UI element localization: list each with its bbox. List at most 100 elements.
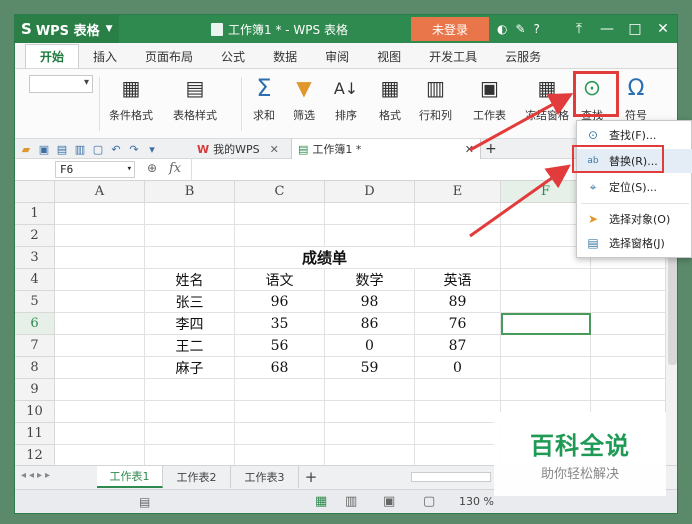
column-header-e[interactable]: E	[415, 181, 501, 203]
save-icon[interactable]: ▣	[37, 142, 51, 156]
menu-item-select-object[interactable]: ➤ 选择对象(O)	[577, 207, 692, 231]
sheet-tab-1[interactable]: 工作表1	[97, 466, 163, 488]
macro-icon[interactable]: ▤	[139, 495, 150, 509]
worksheet-button[interactable]: ▣ 工作表	[473, 73, 506, 135]
row-header-10[interactable]: 10	[15, 401, 55, 423]
table-style-button[interactable]: ▤ 表格样式	[173, 73, 217, 135]
data-cell[interactable]: 35	[235, 313, 325, 335]
sort-button[interactable]: A↓ 排序	[333, 73, 359, 135]
new-tab-button[interactable]: +	[485, 139, 497, 159]
help-icon[interactable]: ?	[534, 22, 540, 36]
tab-insert[interactable]: 插入	[79, 44, 131, 68]
row-col-button[interactable]: ▥ 行和列	[419, 73, 452, 135]
minimize-icon[interactable]: —	[593, 15, 621, 43]
tab-view[interactable]: 视图	[363, 44, 415, 68]
tab-cloud[interactable]: 云服务	[491, 44, 555, 68]
tab-review[interactable]: 审阅	[311, 44, 363, 68]
selected-cell-f6[interactable]	[501, 313, 591, 335]
sheet-title-cell[interactable]: 成绩单	[235, 247, 415, 269]
preview-icon[interactable]: ▢	[91, 142, 105, 156]
app-menu-button[interactable]: S WPS 表格 ▼	[15, 15, 119, 43]
horizontal-scrollbar[interactable]	[411, 472, 491, 482]
data-cell[interactable]: 0	[415, 357, 501, 379]
header-cell-english[interactable]: 英语	[415, 269, 501, 291]
close-icon[interactable]: ✕	[270, 143, 279, 156]
select-all-corner[interactable]	[15, 181, 55, 203]
column-header-b[interactable]: B	[145, 181, 235, 203]
login-button[interactable]: 未登录	[411, 17, 489, 41]
tab-developer[interactable]: 开发工具	[415, 44, 491, 68]
menu-item-find[interactable]: ⊙ 查找(F)...	[577, 123, 692, 147]
header-cell-math[interactable]: 数学	[325, 269, 415, 291]
data-cell[interactable]: 76	[415, 313, 501, 335]
header-cell-name[interactable]: 姓名	[145, 269, 235, 291]
zoom-search-icon[interactable]: ⊕	[147, 161, 157, 175]
close-icon[interactable]: ✕	[649, 15, 677, 43]
normal-view-icon[interactable]: ▦	[315, 494, 327, 509]
tab-current-workbook[interactable]: ▤ 工作簿1 * ✕	[291, 139, 481, 159]
redo-icon[interactable]: ↷	[127, 142, 141, 156]
theme-icon[interactable]: ◐	[497, 22, 507, 36]
sum-button[interactable]: Σ 求和	[251, 73, 277, 135]
data-cell[interactable]: 0	[325, 335, 415, 357]
row-header-1[interactable]: 1	[15, 203, 55, 225]
menu-item-selection-pane[interactable]: ▤ 选择窗格(J)	[577, 231, 692, 255]
skin-icon[interactable]: ✎	[515, 22, 525, 36]
header-cell-chinese[interactable]: 语文	[235, 269, 325, 291]
open-icon[interactable]: ▰	[19, 142, 33, 156]
eye-protection-icon[interactable]: ▢	[423, 494, 435, 509]
row-header-6[interactable]: 6	[15, 313, 55, 335]
data-cell[interactable]: 张三	[145, 291, 235, 313]
name-box[interactable]: F6	[55, 161, 135, 178]
format-button[interactable]: ▦ 格式	[377, 73, 403, 135]
sheet-nav-arrows-icon[interactable]: ◂◂▸▸	[21, 470, 53, 481]
row-header-11[interactable]: 11	[15, 423, 55, 445]
fx-icon[interactable]: fx	[169, 161, 181, 176]
page-break-view-icon[interactable]: ▥	[345, 494, 357, 509]
row-header-12[interactable]: 12	[15, 445, 55, 465]
close-icon[interactable]: ✕	[465, 143, 474, 156]
data-cell[interactable]: 王二	[145, 335, 235, 357]
tab-my-wps[interactable]: W 我的WPS ✕	[197, 139, 279, 159]
data-cell[interactable]: 李四	[145, 313, 235, 335]
row-header-3[interactable]: 3	[15, 247, 55, 269]
data-cell[interactable]: 59	[325, 357, 415, 379]
add-sheet-button[interactable]: +	[299, 466, 323, 488]
zoom-level[interactable]: 130 %	[459, 495, 494, 508]
export-pdf-icon[interactable]: ▤	[55, 142, 69, 156]
conditional-format-button[interactable]: ▦ 条件格式	[109, 73, 153, 135]
tab-formula[interactable]: 公式	[207, 44, 259, 68]
sheet-tab-3[interactable]: 工作表3	[231, 466, 299, 488]
freeze-button[interactable]: ▦ 冻结窗格	[525, 73, 569, 135]
tab-data[interactable]: 数据	[259, 44, 311, 68]
maximize-icon[interactable]: □	[621, 15, 649, 43]
font-size-select[interactable]	[29, 75, 93, 93]
row-header-7[interactable]: 7	[15, 335, 55, 357]
data-cell[interactable]: 68	[235, 357, 325, 379]
undo-icon[interactable]: ↶	[109, 142, 123, 156]
restore-ribbon-icon[interactable]: ⤒	[565, 15, 593, 43]
data-cell[interactable]: 96	[235, 291, 325, 313]
row-header-4[interactable]: 4	[15, 269, 55, 291]
column-header-c[interactable]: C	[235, 181, 325, 203]
tab-home[interactable]: 开始	[25, 44, 80, 68]
data-cell[interactable]: 87	[415, 335, 501, 357]
sheet-tab-2[interactable]: 工作表2	[163, 466, 231, 488]
chevron-down-icon[interactable]: ▾	[145, 142, 159, 156]
tab-page-layout[interactable]: 页面布局	[131, 44, 207, 68]
print-icon[interactable]: ▥	[73, 142, 87, 156]
column-header-a[interactable]: A	[55, 181, 145, 203]
row-header-5[interactable]: 5	[15, 291, 55, 313]
data-cell[interactable]: 86	[325, 313, 415, 335]
row-header-8[interactable]: 8	[15, 357, 55, 379]
data-cell[interactable]: 98	[325, 291, 415, 313]
filter-button[interactable]: ▼ 筛选	[291, 73, 317, 135]
row-header-9[interactable]: 9	[15, 379, 55, 401]
data-cell[interactable]: 56	[235, 335, 325, 357]
data-cell[interactable]: 麻子	[145, 357, 235, 379]
data-cell[interactable]: 89	[415, 291, 501, 313]
reading-mode-icon[interactable]: ▣	[383, 494, 395, 509]
row-header-2[interactable]: 2	[15, 225, 55, 247]
menu-item-locate[interactable]: ⌖ 定位(S)...	[577, 175, 692, 199]
column-header-d[interactable]: D	[325, 181, 415, 203]
